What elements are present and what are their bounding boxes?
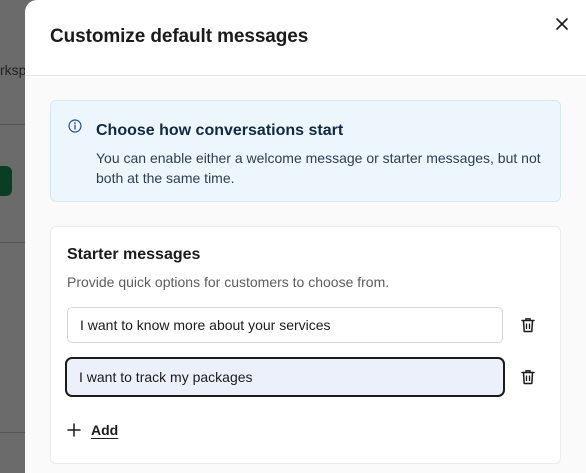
delete-message-1-button[interactable] <box>519 316 537 334</box>
info-banner: Choose how conversations start You can e… <box>50 100 561 202</box>
starter-message-input-2[interactable] <box>65 357 505 397</box>
drawer-header: Customize default messages <box>25 0 586 76</box>
background-text-fragment: rksp <box>0 62 27 78</box>
customize-messages-drawer: Customize default messages Choose how co… <box>25 0 586 473</box>
trash-icon <box>521 370 535 385</box>
trash-icon <box>521 318 535 333</box>
starter-message-input-1[interactable] <box>67 307 503 343</box>
close-icon <box>556 18 568 30</box>
drawer-body: Choose how conversations start You can e… <box>25 77 586 473</box>
starter-messages-description: Provide quick options for customers to c… <box>67 274 390 290</box>
background-button-fragment <box>0 166 12 196</box>
starter-messages-card: Starter messages Provide quick options f… <box>50 226 561 464</box>
drawer-title: Customize default messages <box>50 26 309 47</box>
info-icon <box>68 119 82 133</box>
close-button[interactable] <box>552 14 572 34</box>
info-title: Choose how conversations start <box>96 122 344 139</box>
plus-icon <box>67 423 81 437</box>
starter-messages-title: Starter messages <box>67 246 201 263</box>
add-message-button[interactable]: Add <box>67 420 118 440</box>
add-message-label: Add <box>91 422 119 438</box>
info-description: You can enable either a welcome message … <box>96 150 541 186</box>
delete-message-2-button[interactable] <box>519 368 537 386</box>
